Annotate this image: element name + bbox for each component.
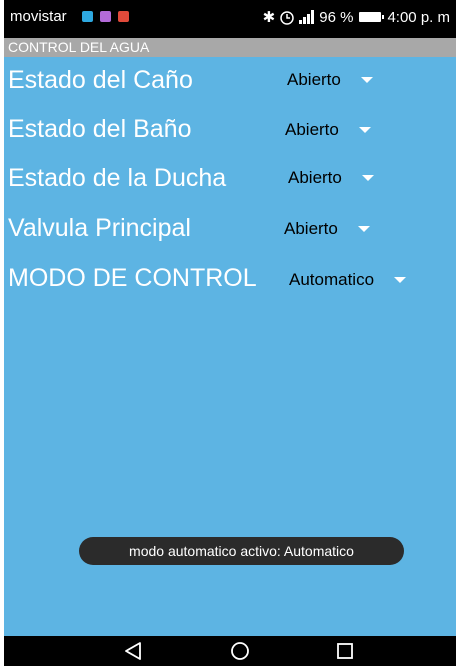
battery-percent: 96 % <box>319 8 354 26</box>
back-icon[interactable] <box>122 640 144 662</box>
carrier-label: movistar <box>10 8 67 25</box>
spinner-modo-control[interactable]: Automatico <box>289 270 407 290</box>
image-notification-icon <box>100 11 111 22</box>
battery-icon <box>359 12 385 22</box>
app-notification-icon <box>118 11 129 22</box>
spinner-valvula-principal[interactable]: Abierto <box>284 219 370 239</box>
label-modo-control: MODO DE CONTROL <box>8 264 257 292</box>
dropdown-arrow-icon <box>357 226 370 232</box>
spinner-value: Abierto <box>287 70 341 89</box>
toast-message: modo automatico activo: Automatico <box>79 537 404 565</box>
spinner-estado-ducha[interactable]: Abierto <box>288 168 374 188</box>
label-estado-cano: Estado del Caño <box>8 66 193 94</box>
dropdown-arrow-icon <box>361 175 374 181</box>
label-valvula-principal: Valvula Principal <box>8 214 191 242</box>
spinner-value: Abierto <box>284 219 338 238</box>
app-title: CONTROL DEL AGUA <box>8 39 150 55</box>
clock: 4:00 p. m <box>387 8 450 26</box>
bluetooth-icon: ✱ <box>262 9 276 26</box>
voicemail-notification-icon <box>82 11 93 22</box>
spinner-estado-bano[interactable]: Abierto <box>285 120 371 140</box>
label-estado-bano: Estado del Baño <box>8 115 192 143</box>
spinner-value: Abierto <box>285 120 339 139</box>
spinner-estado-cano[interactable]: Abierto <box>287 70 373 90</box>
dropdown-arrow-icon <box>358 127 371 133</box>
dropdown-arrow-icon <box>394 277 407 283</box>
navigation-bar <box>4 636 456 666</box>
home-icon[interactable] <box>229 640 251 662</box>
dropdown-arrow-icon <box>360 77 373 83</box>
app-title-bar: CONTROL DEL AGUA <box>4 38 456 57</box>
recents-icon[interactable] <box>334 640 356 662</box>
status-bar: movistar ✱ 96 % 4:00 p. m <box>4 0 456 38</box>
label-estado-ducha: Estado de la Ducha <box>8 164 227 192</box>
phone-screen: movistar ✱ 96 % 4:00 p. m CONTROL DEL AG… <box>4 0 456 666</box>
alarm-icon <box>280 11 294 25</box>
spinner-value: Automatico <box>289 270 375 289</box>
status-right: ✱ 96 % 4:00 p. m <box>262 8 450 27</box>
spinner-value: Abierto <box>288 168 342 187</box>
signal-icon <box>299 10 315 24</box>
